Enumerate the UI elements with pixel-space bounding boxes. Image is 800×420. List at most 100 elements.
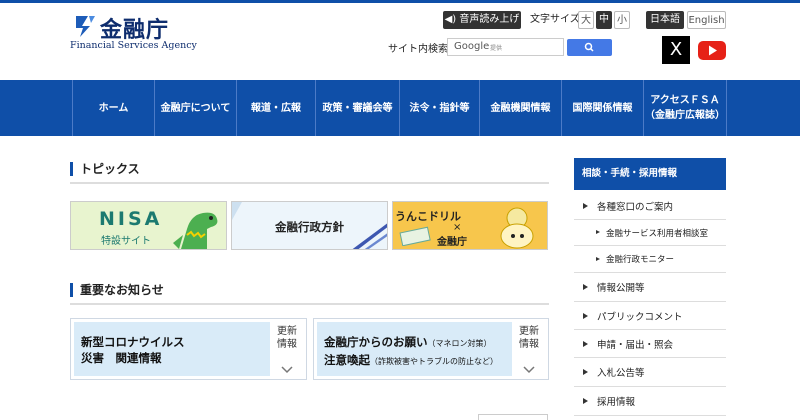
nav-sublabel: （金融庁広報誌） — [645, 110, 725, 121]
arrow-right-icon — [583, 312, 588, 319]
site-logo[interactable]: 金融庁 Financial Services Agency — [70, 12, 210, 56]
dinosaur-mascot-icon — [173, 212, 218, 249]
notice-line2: 災害 関連情報 — [81, 351, 162, 365]
logo-text-en: Financial Services Agency — [70, 40, 197, 51]
nav-policy[interactable]: 政策・審議会等 — [315, 80, 399, 136]
sidebar-item-label: 金融サービス利用者相談室 — [606, 228, 709, 239]
sidebar-item-bids[interactable]: 入札公告等 — [574, 358, 726, 387]
nav-about[interactable]: 金融庁について — [154, 80, 236, 136]
topics-header: トピックス — [70, 160, 549, 184]
arrow-right-icon — [596, 230, 600, 234]
nav-label: ホーム — [98, 102, 129, 114]
nav-institutions[interactable]: 金融機関情報 — [479, 80, 561, 136]
info-text: 情報 — [519, 339, 539, 350]
sidebar-item-monitor[interactable]: 金融行政モニター — [574, 246, 726, 273]
money-illustration-icon — [399, 226, 431, 246]
arrow-right-icon — [596, 256, 600, 261]
update-text: 更新 — [277, 326, 297, 337]
nav-label: 金融機関情報 — [490, 102, 551, 114]
sidebar-item-label: パブリックコメント — [597, 311, 683, 323]
sidebar-item-applications[interactable]: 申請・届出・照会 — [574, 330, 726, 358]
banner-unko-drill[interactable]: うんこドリル × 金融庁 — [392, 201, 548, 250]
nisa-subtitle: 特設サイト — [101, 236, 151, 247]
notice-update-label: 更新 情報 — [514, 325, 544, 351]
sidebar-item-recruitment[interactable]: 採用情報 — [574, 387, 726, 416]
sidebar-item-consultation[interactable]: 金融サービス利用者相談室 — [574, 220, 726, 246]
search-button[interactable] — [567, 39, 612, 56]
notice-line1: 新型コロナウイルス — [81, 335, 185, 349]
sidebar-item-label: 採用情報 — [597, 397, 636, 408]
arrow-right-icon — [583, 369, 588, 375]
site-search-label: サイト内検索 — [388, 44, 448, 55]
arrow-right-icon — [583, 340, 588, 347]
character-mascot-icon — [500, 207, 534, 249]
nav-label: アクセスＦＳＡ — [650, 95, 720, 106]
nav-label: 法令・指針等 — [409, 102, 470, 114]
speaker-icon: ◀) — [444, 14, 460, 25]
lang-en-button[interactable]: English — [687, 11, 726, 29]
sidebar-item-label: 情報公開等 — [597, 283, 645, 294]
notices-title: 重要なお知らせ — [80, 283, 164, 297]
notice-text: 金融庁からのお願い（マネロン対策） 注意喚起（詐欺被害やトラブルの防止など） — [324, 334, 498, 370]
more-button-edge[interactable] — [478, 414, 548, 420]
sidebar-item-disclosure[interactable]: 情報公開等 — [574, 273, 726, 302]
sidebar-item-label: 入札公告等 — [597, 368, 645, 379]
sidebar-item-label: 各種窓口のご案内 — [597, 201, 674, 213]
nav-label: 報道・広報 — [251, 102, 301, 114]
google-brand-text: Google — [454, 41, 490, 52]
notice-line1-note: （マネロン対策） — [427, 339, 492, 348]
notice-card-covid[interactable]: 新型コロナウイルス 災害 関連情報 更新 情報 — [70, 318, 307, 380]
sidebar-item-contacts[interactable]: 各種窓口のご案内 — [574, 192, 726, 220]
x-logo-icon: X — [669, 39, 683, 60]
chevron-down-icon[interactable] — [280, 365, 294, 375]
nav-label: 金融庁について — [160, 102, 231, 114]
policy-banner-title: 金融行政方針 — [275, 220, 344, 234]
nav-label: 政策・審議会等 — [322, 102, 393, 114]
x-social-button[interactable]: X — [662, 36, 690, 64]
top-accent-line — [0, 0, 800, 3]
nav-press[interactable]: 報道・広報 — [236, 80, 315, 136]
global-nav: ホーム 金融庁について 報道・広報 政策・審議会等 法令・指針等 金融機関情報 … — [0, 80, 800, 136]
notice-card-aml[interactable]: 金融庁からのお願い（マネロン対策） 注意喚起（詐欺被害やトラブルの防止など） 更… — [313, 318, 549, 380]
font-size-large-button[interactable]: 大 — [578, 11, 594, 29]
banner-nisa[interactable]: NISA 特設サイト — [70, 201, 227, 250]
notice-line2-note: （詐欺被害やトラブルの防止など） — [370, 357, 498, 366]
update-text: 更新 — [519, 326, 539, 337]
google-provider-text: 提供 — [490, 45, 503, 52]
font-size-medium-button[interactable]: 中 — [596, 11, 612, 29]
banner-policy[interactable]: 金融行政方針 — [231, 201, 388, 250]
youtube-logo-icon — [698, 41, 726, 60]
search-input[interactable]: Google 提供 — [447, 38, 564, 56]
unko-title: うんこドリル — [395, 210, 461, 223]
info-text: 情報 — [277, 339, 297, 350]
read-aloud-button[interactable]: ◀) 音声読み上げ — [443, 11, 521, 29]
sidebar-item-label: 申請・届出・照会 — [597, 339, 674, 351]
sidebar-title: 相談・手続・採用情報 — [574, 158, 726, 190]
nav-home[interactable]: ホーム — [72, 80, 154, 136]
search-icon — [584, 42, 594, 52]
notices-header: 重要なお知らせ — [70, 281, 549, 305]
sidebar-item-public-comment[interactable]: パブリックコメント — [574, 302, 726, 330]
unko-x: × — [453, 222, 462, 233]
nav-access-fsa[interactable]: アクセスＦＳＡ （金融庁広報誌） — [643, 80, 727, 136]
topics-title: トピックス — [80, 162, 140, 176]
notice-line1: 金融庁からのお願い — [324, 335, 428, 349]
nisa-title: NISA — [99, 208, 163, 230]
arrow-right-icon — [583, 398, 588, 404]
chevron-down-icon[interactable] — [522, 365, 536, 375]
unko-subtitle: 金融庁 — [437, 237, 467, 248]
nav-label: 国際関係情報 — [572, 102, 633, 114]
fsa-logo-mark — [76, 16, 95, 37]
nav-international[interactable]: 国際関係情報 — [561, 80, 643, 136]
youtube-social-button[interactable] — [697, 36, 727, 64]
section-marker — [70, 162, 73, 176]
sidebar-item-label: 金融行政モニター — [606, 255, 675, 265]
notice-text: 新型コロナウイルス 災害 関連情報 — [81, 334, 185, 366]
font-size-small-button[interactable]: 小 — [614, 11, 630, 29]
arrow-right-icon — [583, 284, 588, 290]
arrow-right-icon — [583, 202, 588, 209]
lang-ja-button[interactable]: 日本語 — [646, 11, 684, 29]
read-aloud-label: 音声読み上げ — [459, 14, 520, 25]
notice-update-label: 更新 情報 — [272, 325, 302, 351]
nav-laws[interactable]: 法令・指針等 — [399, 80, 479, 136]
